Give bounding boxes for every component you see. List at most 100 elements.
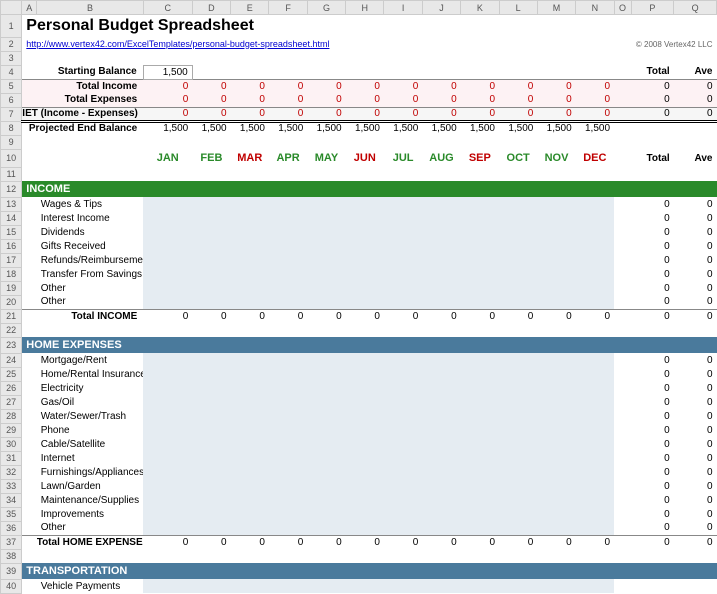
data-cell[interactable]: [537, 579, 575, 593]
data-cell[interactable]: [499, 239, 537, 253]
data-cell[interactable]: [461, 211, 499, 225]
row-header[interactable]: 5: [1, 79, 22, 93]
data-cell[interactable]: [422, 479, 460, 493]
data-cell[interactable]: [537, 253, 575, 267]
data-cell[interactable]: [461, 395, 499, 409]
data-cell[interactable]: [384, 423, 422, 437]
data-cell[interactable]: [537, 367, 575, 381]
line-item-label[interactable]: Improvements: [37, 507, 144, 521]
data-cell[interactable]: [461, 353, 499, 367]
data-cell[interactable]: [537, 437, 575, 451]
line-item-label[interactable]: Maintenance/Supplies: [37, 493, 144, 507]
data-cell[interactable]: [192, 423, 230, 437]
data-cell[interactable]: [231, 197, 269, 211]
data-cell[interactable]: [422, 409, 460, 423]
data-cell[interactable]: [576, 211, 614, 225]
data-cell[interactable]: [269, 493, 307, 507]
data-cell[interactable]: [576, 395, 614, 409]
row-header[interactable]: 12: [1, 181, 22, 197]
summary-cell[interactable]: 0: [231, 107, 269, 121]
data-cell[interactable]: [537, 197, 575, 211]
data-cell[interactable]: [461, 253, 499, 267]
data-cell[interactable]: [537, 451, 575, 465]
data-cell[interactable]: [422, 225, 460, 239]
data-cell[interactable]: [143, 479, 192, 493]
data-cell[interactable]: [461, 367, 499, 381]
data-cell[interactable]: [576, 267, 614, 281]
line-item-label[interactable]: Other: [37, 521, 144, 535]
data-cell[interactable]: [576, 579, 614, 593]
data-cell[interactable]: [422, 451, 460, 465]
line-item-label[interactable]: Home/Rental Insurance: [37, 367, 144, 381]
row-header[interactable]: 7: [1, 107, 22, 121]
data-cell[interactable]: [384, 507, 422, 521]
line-item-label[interactable]: Phone: [37, 423, 144, 437]
data-cell[interactable]: [537, 521, 575, 535]
data-cell[interactable]: [192, 493, 230, 507]
data-cell[interactable]: [422, 493, 460, 507]
row-header[interactable]: 21: [1, 309, 22, 323]
row-header[interactable]: 29: [1, 423, 22, 437]
col-header[interactable]: G: [307, 1, 345, 15]
data-cell[interactable]: [499, 353, 537, 367]
data-cell[interactable]: [499, 409, 537, 423]
data-cell[interactable]: [499, 521, 537, 535]
data-cell[interactable]: [499, 211, 537, 225]
line-item-label[interactable]: Internet: [37, 451, 144, 465]
data-cell[interactable]: [422, 395, 460, 409]
data-cell[interactable]: [576, 465, 614, 479]
row-header[interactable]: 11: [1, 167, 22, 181]
data-cell[interactable]: [422, 465, 460, 479]
line-item-label[interactable]: Furnishings/Appliances: [37, 465, 144, 479]
data-cell[interactable]: [231, 353, 269, 367]
data-cell[interactable]: [269, 253, 307, 267]
data-cell[interactable]: [384, 211, 422, 225]
data-cell[interactable]: [231, 253, 269, 267]
data-cell[interactable]: [269, 423, 307, 437]
data-cell[interactable]: [143, 367, 192, 381]
data-cell[interactable]: [231, 507, 269, 521]
data-cell[interactable]: [499, 451, 537, 465]
data-cell[interactable]: [461, 281, 499, 295]
data-cell[interactable]: [346, 437, 384, 451]
row-header[interactable]: 14: [1, 211, 22, 225]
data-cell[interactable]: [269, 281, 307, 295]
data-cell[interactable]: [269, 437, 307, 451]
data-cell[interactable]: [231, 479, 269, 493]
data-cell[interactable]: [422, 295, 460, 309]
col-header[interactable]: E: [231, 1, 269, 15]
data-cell[interactable]: [576, 239, 614, 253]
data-cell[interactable]: [384, 437, 422, 451]
data-cell[interactable]: [269, 451, 307, 465]
data-cell[interactable]: [307, 423, 345, 437]
data-cell[interactable]: [231, 267, 269, 281]
data-cell[interactable]: [346, 479, 384, 493]
summary-cell[interactable]: 0: [307, 79, 345, 93]
data-cell[interactable]: [537, 225, 575, 239]
data-cell[interactable]: [143, 451, 192, 465]
row-header[interactable]: 8: [1, 121, 22, 135]
data-cell[interactable]: [307, 437, 345, 451]
data-cell[interactable]: [384, 409, 422, 423]
summary-cell[interactable]: 0: [384, 79, 422, 93]
data-cell[interactable]: [499, 267, 537, 281]
row-header[interactable]: 1: [1, 15, 22, 38]
summary-cell[interactable]: 0: [384, 93, 422, 107]
data-cell[interactable]: [192, 295, 230, 309]
row-header[interactable]: 26: [1, 381, 22, 395]
data-cell[interactable]: [231, 281, 269, 295]
data-cell[interactable]: [422, 423, 460, 437]
summary-cell[interactable]: 0: [307, 107, 345, 121]
data-cell[interactable]: [384, 281, 422, 295]
col-header[interactable]: F: [269, 1, 307, 15]
summary-cell[interactable]: 0: [192, 79, 230, 93]
data-cell[interactable]: [384, 353, 422, 367]
data-cell[interactable]: [576, 295, 614, 309]
data-cell[interactable]: [576, 353, 614, 367]
data-cell[interactable]: [384, 395, 422, 409]
col-header[interactable]: D: [192, 1, 230, 15]
data-cell[interactable]: [384, 451, 422, 465]
data-cell[interactable]: [307, 281, 345, 295]
data-cell[interactable]: [422, 353, 460, 367]
data-cell[interactable]: [384, 521, 422, 535]
